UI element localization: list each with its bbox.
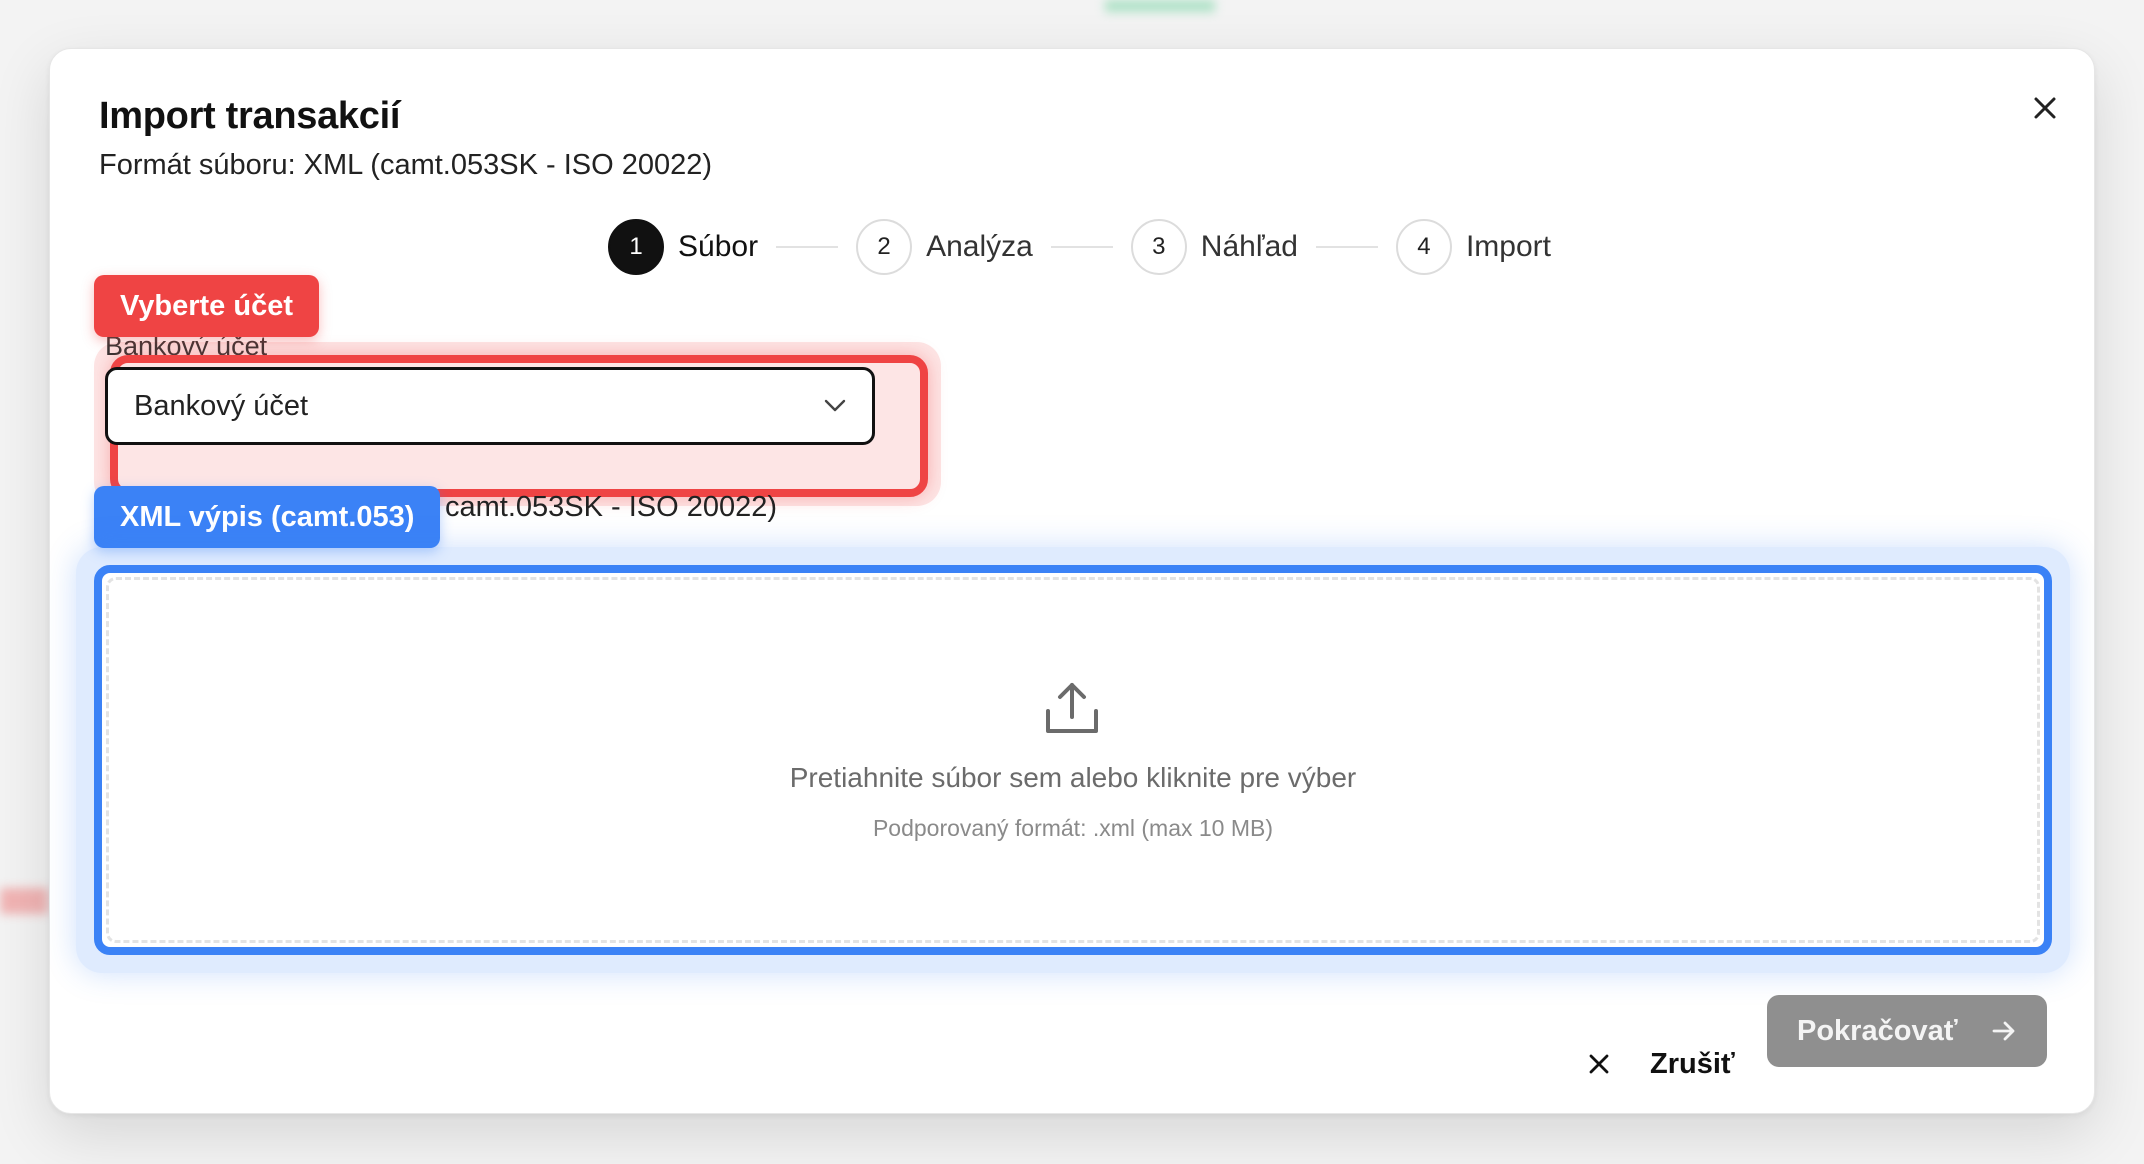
step-label: Náhľad bbox=[1200, 230, 1298, 263]
dialog-title: Import transakcií bbox=[99, 95, 401, 137]
xml-statement-tag: XML výpis (camt.053) bbox=[94, 486, 441, 548]
step-number: 4 bbox=[1395, 219, 1452, 275]
dropzone-text: Pretiahnite súbor sem alebo kliknite pre… bbox=[789, 762, 1357, 793]
import-transactions-dialog: Import transakcií Formát súboru: XML (ca… bbox=[49, 48, 2095, 1114]
step-number: 1 bbox=[608, 219, 664, 275]
select-account-tag: Vyberte účet bbox=[94, 275, 319, 337]
import-stepper: 1 Súbor 2 Analýza 3 Náhľad 4 Import bbox=[608, 219, 1551, 275]
step-label: Analýza bbox=[926, 230, 1033, 263]
step-import: 4 Import bbox=[1395, 219, 1551, 275]
step-preview: 3 Náhľad bbox=[1130, 219, 1298, 275]
upload-icon bbox=[1046, 683, 1098, 733]
step-connector bbox=[1050, 246, 1113, 248]
step-connector bbox=[776, 246, 839, 248]
close-icon bbox=[1589, 1054, 1609, 1074]
close-icon bbox=[2034, 97, 2056, 119]
arrow-right-icon bbox=[1991, 1020, 2017, 1042]
chevron-down-icon bbox=[824, 399, 846, 412]
continue-button[interactable]: Pokračovať bbox=[1767, 995, 2047, 1067]
step-connector bbox=[1315, 246, 1378, 248]
dialog-subtitle: Formát súboru: XML (camt.053SK - ISO 200… bbox=[99, 149, 713, 181]
bank-account-select[interactable]: Bankový účet bbox=[105, 367, 875, 445]
background-error-mark bbox=[0, 888, 48, 914]
dropzone-hint: Podporovaný formát: .xml (max 10 MB) bbox=[872, 815, 1274, 841]
bank-account-select-value: Bankový účet bbox=[134, 389, 309, 422]
file-dropzone[interactable] bbox=[106, 577, 2040, 943]
cancel-button-label: Zrušiť bbox=[1650, 1047, 1735, 1080]
step-label: Import bbox=[1465, 230, 1551, 263]
step-number: 3 bbox=[1130, 219, 1187, 275]
background-status-bar bbox=[1105, 0, 1215, 12]
file-format-label: camt.053SK - ISO 20022) bbox=[445, 491, 778, 523]
step-label: Súbor bbox=[678, 230, 759, 263]
step-analysis: 2 Analýza bbox=[856, 219, 1033, 275]
continue-button-label: Pokračovať bbox=[1797, 1014, 1958, 1047]
step-number: 2 bbox=[856, 219, 913, 275]
close-button[interactable] bbox=[2020, 83, 2070, 133]
step-file: 1 Súbor bbox=[608, 219, 758, 275]
cancel-button[interactable]: Zrušiť bbox=[1568, 1027, 1786, 1101]
